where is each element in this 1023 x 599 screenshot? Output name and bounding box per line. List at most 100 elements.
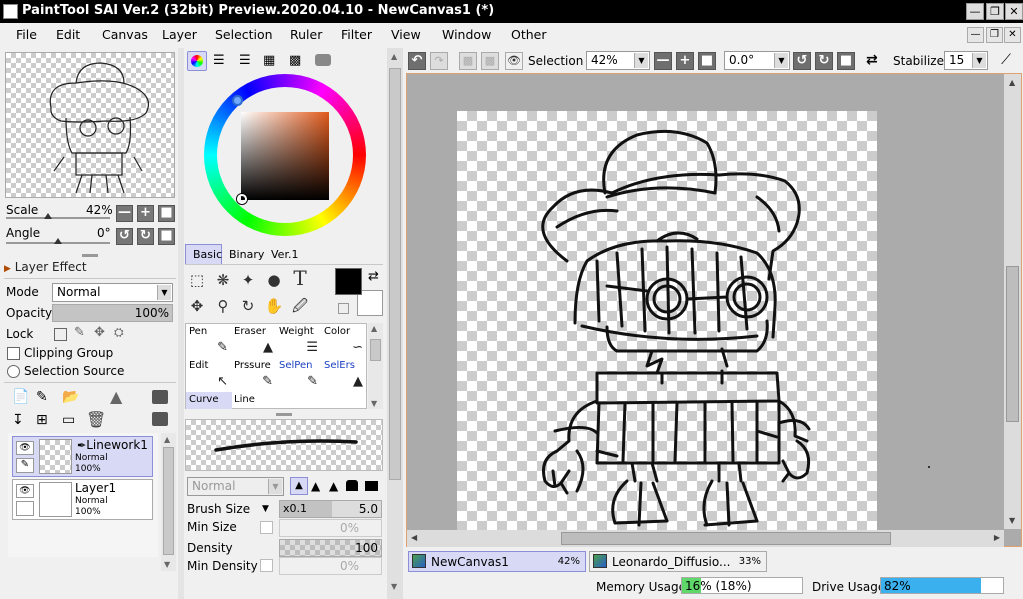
lock-all-icon[interactable]: ⛭: [114, 325, 124, 340]
pen-edit-icon[interactable]: ✎: [16, 458, 34, 473]
new-layer-icon[interactable]: 📄: [12, 389, 29, 405]
text-tool-icon[interactable]: T: [289, 267, 311, 289]
selection-source-radio[interactable]: [7, 365, 20, 378]
menu-view[interactable]: View: [391, 27, 421, 42]
layer-item-layer1[interactable]: 👁 Layer1 Normal 100%: [12, 479, 153, 520]
redo-button[interactable]: ↷: [430, 52, 448, 70]
menu-selection[interactable]: Selection: [215, 27, 273, 42]
saturation-value-square[interactable]: [241, 112, 329, 200]
canvas-rotate-reset-button[interactable]: ■: [837, 52, 855, 70]
deselect-button[interactable]: ▩: [459, 52, 477, 70]
brush-edit[interactable]: Edit ↖: [186, 358, 232, 391]
brush-shape-3[interactable]: ▲: [329, 479, 338, 493]
scale-slider[interactable]: [6, 217, 110, 219]
layer-list-scrollbar[interactable]: ▲ ▼: [161, 433, 176, 571]
shape-icon[interactable]: ●: [263, 269, 285, 291]
canvas-rotate-left-button[interactable]: ↺: [793, 52, 811, 70]
rotate-reset-button[interactable]: ■: [158, 228, 175, 245]
brush-shape-2[interactable]: ▲: [311, 479, 320, 493]
new-folder-icon[interactable]: 📂: [62, 389, 79, 405]
brush-selers[interactable]: SelErs ▲: [321, 358, 367, 391]
mdi-restore-icon[interactable]: ❐: [986, 27, 1003, 43]
pen-edit-slot[interactable]: [16, 501, 34, 516]
stabilizer-dropdown[interactable]: 15 ▼: [944, 51, 988, 70]
drawing-canvas[interactable]: [457, 111, 931, 531]
clear-layer-icon[interactable]: ▭: [62, 412, 75, 428]
selection-visibility-icon[interactable]: 👁: [505, 52, 523, 70]
flip-horizontal-icon[interactable]: ⇄: [866, 52, 878, 68]
brush-blend-dropdown[interactable]: Normal ▼: [187, 477, 284, 496]
tab-binary[interactable]: Binary: [229, 248, 264, 261]
navigator-preview[interactable]: [5, 52, 175, 198]
canvas-rotate-right-button[interactable]: ↻: [815, 52, 833, 70]
menu-file[interactable]: File: [16, 27, 37, 42]
canvas-zoom-reset-button[interactable]: ■: [698, 52, 716, 70]
opacity-slider[interactable]: 100%: [52, 304, 173, 322]
move-tool-icon[interactable]: ✥: [186, 295, 208, 317]
menu-edit[interactable]: Edit: [56, 27, 80, 42]
new-linework-layer-icon[interactable]: ✎: [36, 389, 48, 405]
tab-ver1[interactable]: Ver.1: [271, 248, 298, 261]
transparent-color-icon[interactable]: [338, 303, 349, 314]
menu-ruler[interactable]: Ruler: [290, 27, 322, 42]
swatches-tab[interactable]: ▦: [263, 53, 275, 68]
zoom-in-button[interactable]: +: [137, 205, 154, 222]
brush-size-dropdown-icon[interactable]: ▼: [262, 504, 269, 514]
brush-pressure[interactable]: Prssure ✎: [231, 358, 277, 391]
layer-mask-icon[interactable]: ▲: [110, 387, 122, 406]
tab-basic[interactable]: Basic: [185, 244, 222, 265]
mdi-close-icon[interactable]: ✕: [1004, 27, 1021, 43]
hue-marker[interactable]: [232, 95, 243, 106]
menu-filter[interactable]: Filter: [341, 27, 372, 42]
panel-splitter[interactable]: [178, 48, 184, 599]
mdi-minimize-icon[interactable]: —: [967, 27, 984, 43]
rotate-tool-icon[interactable]: ↻: [237, 295, 259, 317]
brush-selpen[interactable]: SelPen ✎: [276, 358, 322, 391]
menu-other[interactable]: Other: [511, 27, 547, 42]
menu-canvas[interactable]: Canvas: [102, 27, 148, 42]
canvas-zoom-out-button[interactable]: —: [654, 52, 672, 70]
eye-icon[interactable]: 👁: [16, 441, 34, 455]
straight-line-icon[interactable]: ⟋: [996, 52, 1016, 70]
tool-panel-scrollbar[interactable]: ▲ ▼: [387, 48, 403, 599]
doc-tab-newcanvas1[interactable]: NewCanvas1 42%: [408, 551, 586, 572]
brush-eraser[interactable]: Eraser ▲: [231, 324, 277, 357]
density-slider[interactable]: 100: [279, 539, 382, 557]
lasso-icon[interactable]: ❋: [212, 269, 234, 291]
zoom-dropdown[interactable]: 42% ▼: [586, 51, 650, 70]
layer-item-linework1[interactable]: 👁 ✎ ✒Linework1 Normal 100%: [12, 436, 153, 477]
close-icon[interactable]: ✕: [1005, 3, 1023, 20]
minimize-icon[interactable]: —: [966, 3, 984, 20]
min-density-slider[interactable]: 0%: [279, 557, 382, 575]
brush-curve[interactable]: Curve: [186, 392, 232, 409]
layer-effect-header[interactable]: ▶ Layer Effect: [4, 260, 87, 274]
clipping-group-checkbox[interactable]: [7, 347, 20, 360]
brush-line[interactable]: Line: [231, 392, 277, 409]
brush-weight[interactable]: Weight ☰: [276, 324, 322, 357]
brush-color[interactable]: Color ∽: [321, 324, 367, 357]
rotate-left-button[interactable]: ↺: [116, 228, 133, 245]
eyedropper-icon[interactable]: 🖉: [289, 295, 311, 317]
rgb-slider-tab[interactable]: ☰: [213, 53, 225, 68]
eye-icon[interactable]: 👁: [16, 484, 34, 498]
brush-shape-1[interactable]: ▲: [290, 477, 308, 495]
min-size-slider[interactable]: 0%: [279, 519, 382, 537]
brush-shape-4[interactable]: [346, 480, 358, 491]
brush-grid-scrollbar[interactable]: ▲ ▼: [368, 323, 383, 409]
canvas-vertical-scrollbar[interactable]: ▲ ▼: [1004, 74, 1021, 529]
blend-mode-dropdown[interactable]: Normal ▼: [52, 283, 173, 302]
brush-size-slider[interactable]: x0.1 5.0: [279, 500, 382, 518]
canvas-zoom-in-button[interactable]: +: [676, 52, 694, 70]
lock-transparency-checkbox[interactable]: [54, 328, 67, 341]
layer-effect-add-icon[interactable]: [152, 412, 168, 426]
hsv-slider-tab[interactable]: ☰: [239, 53, 251, 68]
scratchpad-tab[interactable]: ▩: [289, 53, 301, 68]
zoom-reset-button[interactable]: ■: [158, 205, 175, 222]
menu-layer[interactable]: Layer: [162, 27, 197, 42]
lock-move-icon[interactable]: ✥: [94, 325, 105, 340]
rotate-right-button[interactable]: ↻: [137, 228, 154, 245]
brush-shape-5[interactable]: [365, 481, 378, 491]
layer-effect-icon[interactable]: [152, 390, 168, 404]
restore-icon[interactable]: ❐: [986, 3, 1004, 20]
lock-paint-icon[interactable]: ✎: [74, 325, 85, 340]
